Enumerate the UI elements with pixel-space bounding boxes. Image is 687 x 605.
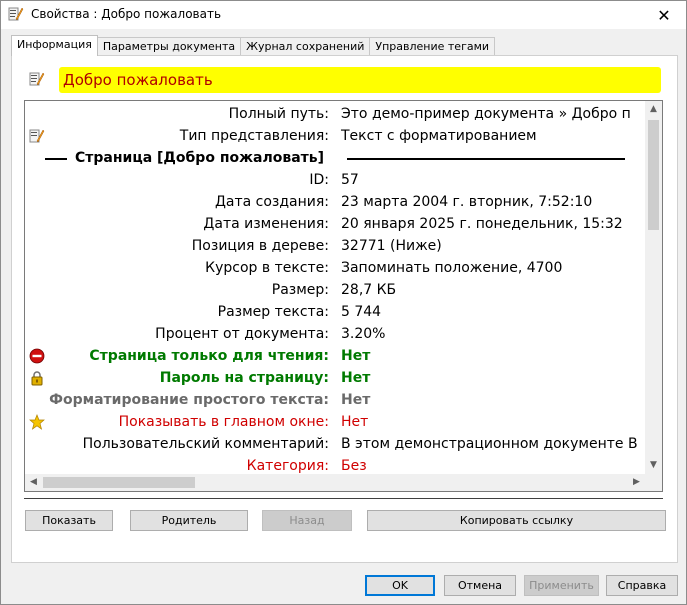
row-modified: Дата изменения: 20 января 2025 г. понеде… <box>25 213 645 235</box>
separator-line <box>24 498 663 499</box>
tab-info[interactable]: Информация <box>11 35 98 56</box>
back-button[interactable]: Назад <box>262 510 352 531</box>
text-size-value: 5 744 <box>341 304 382 320</box>
row-comment: Пользовательский комментарий: В этом дем… <box>25 433 645 455</box>
title-bar: Свойства : Добро пожаловать ✕ <box>1 1 686 29</box>
created-value: 23 марта 2004 г. вторник, 7:52:10 <box>341 194 593 210</box>
scrollbar-corner <box>645 474 662 491</box>
info-rows: Полный путь: Это демо-пример документа »… <box>25 103 645 475</box>
vertical-scrollbar[interactable]: ▲ ▼ <box>645 101 662 474</box>
password-value: Нет <box>341 370 371 386</box>
window-title: Свойства : Добро пожаловать <box>31 7 222 21</box>
cursor-label: Курсор в тексте: <box>205 260 329 276</box>
category-value: Без <box>341 458 367 474</box>
created-label: Дата создания: <box>214 194 329 210</box>
padlock-icon <box>31 371 43 386</box>
readonly-label: Страница только для чтения: <box>89 348 329 364</box>
row-id: ID: 57 <box>25 169 645 191</box>
size-label: Размер: <box>271 282 329 298</box>
scroll-right-arrow-icon[interactable]: ▶ <box>628 474 645 491</box>
row-cursor: Курсор в тексте: Запоминать положение, 4… <box>25 257 645 279</box>
section-header: Страница [Добро пожаловать] <box>25 147 645 169</box>
properties-dialog: Свойства : Добро пожаловать ✕ Информация… <box>0 0 687 605</box>
modified-value: 20 января 2025 г. понедельник, 15:32 <box>341 216 623 232</box>
row-percent: Процент от документа: 3.20% <box>25 323 645 345</box>
app-pencil-icon <box>8 7 24 21</box>
row-text-size: Размер текста: 5 744 <box>25 301 645 323</box>
tab-tag-management[interactable]: Управление тегами <box>369 37 496 56</box>
star-icon <box>29 414 45 430</box>
scroll-left-arrow-icon[interactable]: ◀ <box>25 474 42 491</box>
id-label: ID: <box>309 172 329 188</box>
percent-label: Процент от документа: <box>155 326 329 342</box>
row-password: Пароль на страницу: Нет <box>25 367 645 389</box>
view-type-label: Тип представления: <box>179 128 329 144</box>
full-path-label: Полный путь: <box>228 106 329 122</box>
row-full-path: Полный путь: Это демо-пример документа »… <box>25 103 645 125</box>
section-rule-left <box>45 158 67 160</box>
copy-link-button[interactable]: Копировать ссылку <box>367 510 666 531</box>
page-pencil-icon <box>29 129 45 143</box>
parent-button[interactable]: Родитель <box>130 510 248 531</box>
tab-document-params[interactable]: Параметры документа <box>96 37 242 56</box>
help-button[interactable]: Справка <box>606 575 678 596</box>
page-title: Добро пожаловать <box>59 67 661 93</box>
readonly-value: Нет <box>341 348 371 364</box>
section-title: Страница [Добро пожаловать] <box>75 150 325 166</box>
section-rule-right <box>347 158 625 160</box>
percent-value: 3.20% <box>341 326 386 342</box>
category-label: Категория: <box>246 458 329 474</box>
cancel-button[interactable]: Отмена <box>444 575 516 596</box>
show-button[interactable]: Показать <box>25 510 113 531</box>
row-show-main: Показывать в главном окне: Нет <box>25 411 645 433</box>
show-main-value: Нет <box>341 414 369 430</box>
scroll-up-arrow-icon[interactable]: ▲ <box>645 101 662 118</box>
page-pencil-icon <box>29 72 45 86</box>
comment-value: В этом демонстрационном документе В <box>341 436 638 452</box>
view-type-value: Текст с форматированием <box>341 128 537 144</box>
full-path-value: Это демо-пример документа » Добро п <box>341 106 631 122</box>
scroll-down-arrow-icon[interactable]: ▼ <box>645 457 662 474</box>
text-size-label: Размер текста: <box>217 304 329 320</box>
row-plain-format: Форматирование простого текста: Нет <box>25 389 645 411</box>
tree-position-value: 32771 (Ниже) <box>341 238 442 254</box>
show-main-label: Показывать в главном окне: <box>118 414 329 430</box>
tab-save-log[interactable]: Журнал сохранений <box>240 37 371 56</box>
ok-button[interactable]: OK <box>365 575 435 596</box>
row-created: Дата создания: 23 марта 2004 г. вторник,… <box>25 191 645 213</box>
id-value: 57 <box>341 172 359 188</box>
info-tab-panel: Добро пожаловать Полный путь: Это демо-п… <box>11 55 678 563</box>
info-list[interactable]: Полный путь: Это демо-пример документа »… <box>24 100 663 492</box>
size-value: 28,7 КБ <box>341 282 397 298</box>
row-category: Категория: Без <box>25 455 645 475</box>
horizontal-scroll-thumb[interactable] <box>43 477 195 488</box>
close-button[interactable]: ✕ <box>642 1 686 29</box>
row-size: Размер: 28,7 КБ <box>25 279 645 301</box>
password-label: Пароль на страницу: <box>159 370 329 386</box>
plain-format-label: Форматирование простого текста: <box>49 392 329 408</box>
tab-bar: Информация Параметры документа Журнал со… <box>11 35 496 56</box>
vertical-scroll-thumb[interactable] <box>648 120 659 230</box>
apply-button[interactable]: Применить <box>524 575 599 596</box>
tree-position-label: Позиция в дереве: <box>191 238 329 254</box>
modified-label: Дата изменения: <box>203 216 329 232</box>
comment-label: Пользовательский комментарий: <box>82 436 329 452</box>
no-entry-icon <box>29 348 45 364</box>
row-tree-position: Позиция в дереве: 32771 (Ниже) <box>25 235 645 257</box>
row-readonly: Страница только для чтения: Нет <box>25 345 645 367</box>
row-view-type: Тип представления: Текст с форматировани… <box>25 125 645 147</box>
close-icon: ✕ <box>657 5 671 25</box>
cursor-value: Запоминать положение, 4700 <box>341 260 563 276</box>
plain-format-value: Нет <box>341 392 371 408</box>
horizontal-scrollbar[interactable]: ◀ ▶ <box>25 474 645 491</box>
